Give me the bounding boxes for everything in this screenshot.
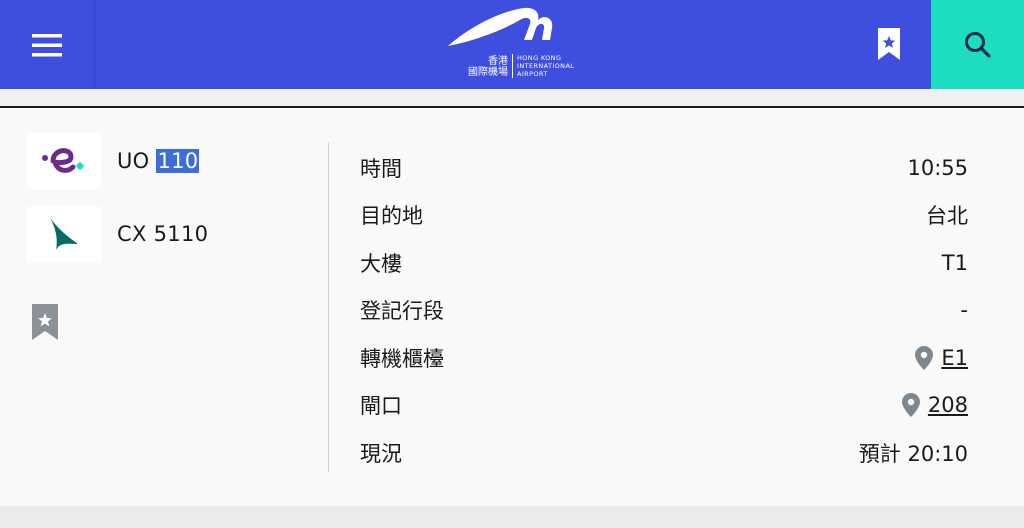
destination-label: 目的地 <box>360 204 423 229</box>
flight-number-uo: UO 110 <box>117 149 200 173</box>
flight-row-cx[interactable]: CX 5110 <box>27 206 208 262</box>
hkia-wing-icon <box>448 7 553 46</box>
hk-express-logo <box>27 133 101 189</box>
gate-link[interactable]: 208 <box>928 393 968 417</box>
menu-button[interactable] <box>0 0 95 89</box>
detail-row-time: 時間 10:55 <box>360 144 968 192</box>
flight-bookmark-button[interactable] <box>32 304 58 340</box>
status-label: 現況 <box>360 441 402 466</box>
bookmark-star-icon <box>878 28 900 60</box>
map-pin-icon <box>915 345 934 370</box>
logo-english-text: HONG KONG INTERNATIONAL AIRPORT <box>512 54 574 78</box>
gate-value[interactable]: 208 <box>901 393 968 418</box>
search-icon <box>964 31 991 58</box>
checkin-value: - <box>960 298 968 323</box>
cathay-pacific-logo-icon <box>50 218 78 250</box>
hamburger-menu-icon <box>32 33 62 56</box>
flight-details: 時間 10:55 目的地 台北 大樓 T1 登記行段 - 轉機櫃檯 E1 閘口 … <box>360 144 968 477</box>
checkin-label: 登記行段 <box>360 299 444 324</box>
detail-row-gate: 閘口 208 <box>360 382 968 430</box>
highlighted-flight-number: 110 <box>156 149 200 173</box>
detail-row-terminal: 大樓 T1 <box>360 239 968 287</box>
map-pin-icon <box>901 393 920 418</box>
detail-row-status: 現況 預計 20:10 <box>360 429 968 477</box>
gate-label: 閘口 <box>360 394 402 419</box>
time-label: 時間 <box>360 156 402 181</box>
terminal-value: T1 <box>941 250 968 275</box>
time-value: 10:55 <box>907 155 968 180</box>
detail-row-checkin: 登記行段 - <box>360 287 968 335</box>
transfer-value[interactable]: E1 <box>915 345 968 370</box>
cathay-pacific-logo <box>27 206 101 262</box>
column-divider <box>328 142 329 472</box>
hk-express-logo-icon <box>42 148 85 173</box>
transfer-label: 轉機櫃檯 <box>360 346 444 371</box>
status-value: 預計 20:10 <box>858 441 968 466</box>
header-bookmark-button[interactable] <box>866 18 912 70</box>
terminal-label: 大樓 <box>360 251 402 276</box>
next-card-edge <box>0 506 1024 528</box>
destination-value: 台北 <box>926 204 968 229</box>
flight-number-cx: CX 5110 <box>117 222 209 246</box>
top-header: 香港 國際機場 HONG KONG INTERNATIONAL AIRPORT <box>0 0 1024 89</box>
logo-chinese-text: 香港 國際機場 <box>468 56 508 78</box>
bookmark-star-icon <box>32 304 58 340</box>
flight-row-uo[interactable]: UO 110 <box>27 133 200 189</box>
transfer-desk-link[interactable]: E1 <box>941 346 968 370</box>
detail-row-transfer: 轉機櫃檯 E1 <box>360 334 968 382</box>
flight-card: UO 110 CX 5110 時間 10:55 目的地 台北 大樓 T1 登記行… <box>0 106 1024 508</box>
detail-row-destination: 目的地 台北 <box>360 192 968 240</box>
search-button[interactable] <box>931 0 1024 89</box>
hkia-logo[interactable]: 香港 國際機場 HONG KONG INTERNATIONAL AIRPORT <box>444 6 584 82</box>
